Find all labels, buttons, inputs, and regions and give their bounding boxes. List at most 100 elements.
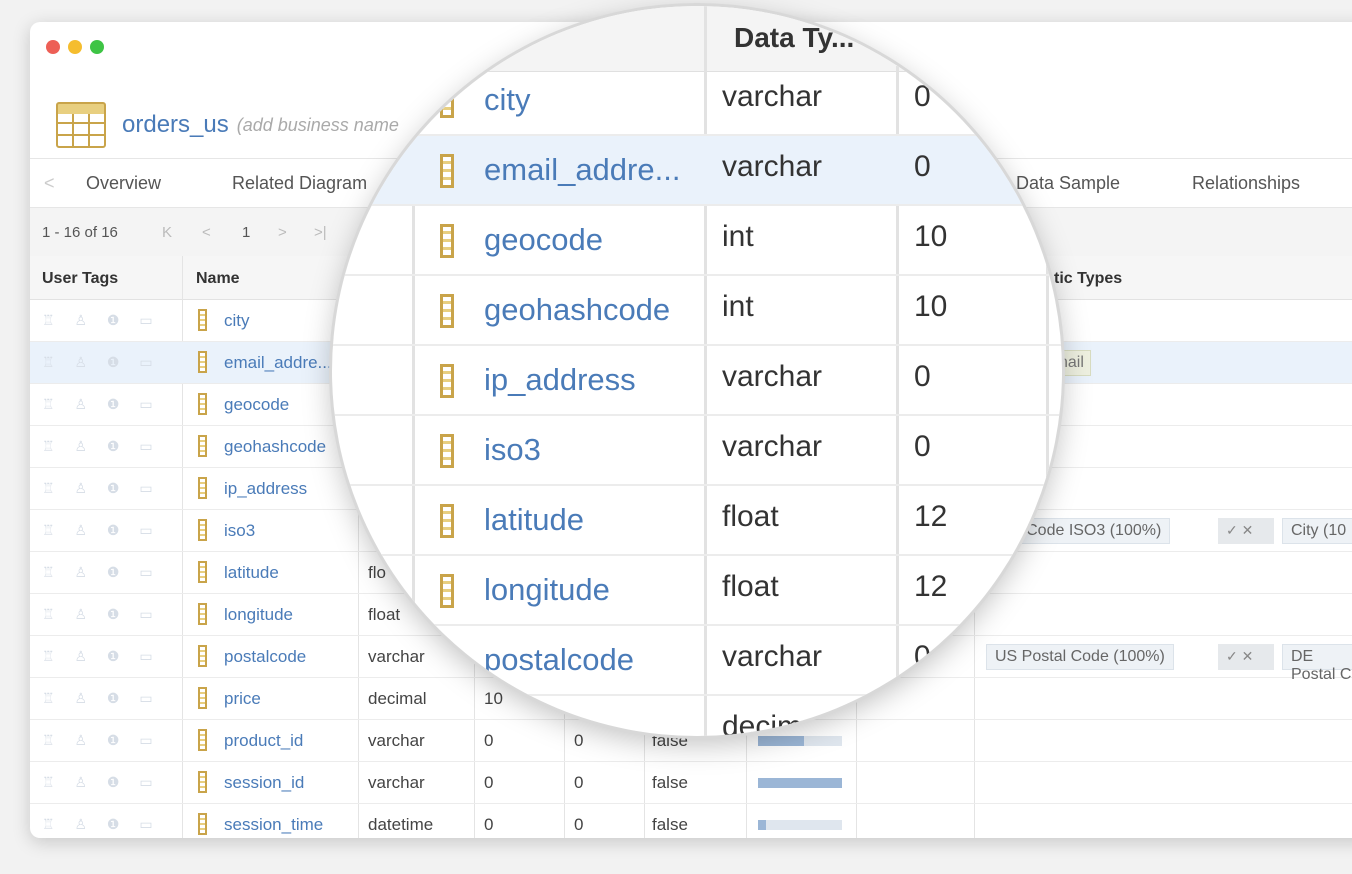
pager-range: 1 - 16 of 16: [42, 224, 118, 241]
column-icon: [198, 771, 207, 793]
column-name[interactable]: session_time: [224, 815, 323, 835]
column-type: datetime: [368, 815, 434, 834]
lens-column-length: 0: [914, 150, 931, 183]
column-type: varchar: [368, 773, 425, 792]
column-icon: [440, 224, 454, 258]
user-tag-icons[interactable]: ♖ ♙ ❶ ▭: [42, 564, 161, 581]
column-name[interactable]: geohashcode: [224, 437, 326, 457]
column-name[interactable]: latitude: [224, 563, 279, 583]
lens-column-name[interactable]: geocode: [484, 222, 603, 258]
minimize-window-button[interactable]: [68, 40, 82, 54]
chip-actions[interactable]: ✓ ✕: [1218, 644, 1274, 670]
lens-column-name[interactable]: iso3: [484, 432, 541, 468]
tab-relationships[interactable]: Relationships: [1192, 173, 1300, 194]
column-name[interactable]: iso3: [224, 521, 255, 541]
user-tag-icons[interactable]: ♖ ♙ ❶ ▭: [42, 606, 161, 623]
column-name[interactable]: product_id: [224, 731, 303, 751]
lens-row[interactable]: iso3 varchar 0: [332, 416, 1062, 486]
lens-column-name[interactable]: postalcode: [484, 642, 634, 678]
column-name[interactable]: longitude: [224, 605, 293, 625]
column-name[interactable]: email_addre...: [224, 353, 332, 373]
lens-col-data-type[interactable]: Data Ty...: [734, 22, 854, 54]
table-row[interactable]: ♖ ♙ ❶ ▭ session_time datetime 0 0 false: [30, 804, 1352, 838]
user-tag-icons[interactable]: ♖ ♙ ❶ ▭: [42, 438, 161, 455]
close-window-button[interactable]: [46, 40, 60, 54]
table-title[interactable]: orders_us: [122, 111, 229, 139]
col-name[interactable]: Name: [196, 270, 240, 288]
lens-row[interactable]: longitude float 12: [332, 556, 1062, 626]
data-profile-bar: [758, 736, 842, 746]
data-profile-fill: [758, 778, 842, 788]
semantic-type-chip[interactable]: DE Postal C: [1282, 644, 1352, 683]
lens-column-type: float: [722, 570, 779, 603]
lens-column-type: decimal: [722, 710, 826, 736]
column-name[interactable]: postalcode: [224, 647, 306, 667]
lens-column-type: varchar: [722, 640, 823, 673]
column-name[interactable]: city: [224, 311, 250, 331]
lens-row[interactable]: city varchar 0: [332, 66, 1062, 136]
column-icon: [198, 729, 207, 751]
column-icon: [440, 434, 454, 468]
next-page-icon[interactable]: >: [278, 224, 287, 241]
user-tag-icons[interactable]: ♖ ♙ ❶ ▭: [42, 648, 161, 665]
column-icon: [440, 294, 454, 328]
column-icon: [198, 603, 207, 625]
user-tag-icons[interactable]: ♖ ♙ ❶ ▭: [42, 816, 161, 833]
prev-page-icon[interactable]: <: [202, 224, 211, 241]
column-icon: [198, 309, 207, 331]
lens-column-length: 10: [914, 220, 948, 253]
lens-column-length: 12: [914, 570, 948, 603]
lens-row[interactable]: geocode int 10: [332, 206, 1062, 276]
lens-column-length: 0: [914, 360, 931, 393]
lens-row[interactable]: latitude float 12: [332, 486, 1062, 556]
lens-column-name[interactable]: longitude: [484, 572, 610, 608]
lens-column-length: 0: [914, 80, 931, 113]
lens-column-type: int: [722, 220, 754, 253]
col-user-tags[interactable]: User Tags: [42, 270, 118, 288]
user-tag-icons[interactable]: ♖ ♙ ❶ ▭: [42, 354, 161, 371]
lens-column-name[interactable]: geohashcode: [484, 292, 670, 328]
column-icon: [198, 435, 207, 457]
lens-column-name[interactable]: email_addre...: [484, 152, 680, 188]
column-name[interactable]: price: [224, 689, 261, 709]
column-name[interactable]: geocode: [224, 395, 289, 415]
column-length: 0: [484, 815, 494, 834]
lens-column-name[interactable]: ip_address: [484, 362, 636, 398]
lens-row[interactable]: geohashcode int 10: [332, 276, 1062, 346]
lens-row[interactable]: decimal: [332, 696, 1062, 736]
lens-column-type: varchar: [722, 80, 823, 113]
column-nullable: false: [652, 815, 688, 834]
user-tag-icons[interactable]: ♖ ♙ ❶ ▭: [42, 690, 161, 707]
table-row[interactable]: ♖ ♙ ❶ ▭ session_id varchar 0 0 false: [30, 762, 1352, 804]
col-semantic-types[interactable]: tic Types: [1054, 270, 1122, 288]
column-icon: [440, 154, 454, 188]
lens-column-type: float: [722, 500, 779, 533]
lens-row[interactable]: ip_address varchar 0: [332, 346, 1062, 416]
zoom-window-button[interactable]: [90, 40, 104, 54]
first-page-icon[interactable]: K: [162, 224, 172, 241]
user-tag-icons[interactable]: ♖ ♙ ❶ ▭: [42, 522, 161, 539]
chip-actions[interactable]: ✓ ✕: [1218, 518, 1274, 544]
data-profile-fill: [758, 820, 767, 830]
column-length: 0: [484, 773, 494, 792]
column-icon: [198, 519, 207, 541]
column-icon: [198, 813, 207, 835]
lens-row[interactable]: postalcode varchar 0: [332, 626, 1062, 696]
last-page-icon[interactable]: >|: [314, 224, 327, 241]
semantic-type-chip[interactable]: City (10: [1282, 518, 1352, 544]
current-page[interactable]: 1: [242, 224, 250, 241]
user-tag-icons[interactable]: ♖ ♙ ❶ ▭: [42, 774, 161, 791]
column-name[interactable]: ip_address: [224, 479, 307, 499]
column-name[interactable]: session_id: [224, 773, 304, 793]
lens-column-type: varchar: [722, 430, 823, 463]
user-tag-icons[interactable]: ♖ ♙ ❶ ▭: [42, 396, 161, 413]
user-tag-icons[interactable]: ♖ ♙ ❶ ▭: [42, 732, 161, 749]
lens-row[interactable]: email_addre... varchar 0: [332, 136, 1062, 206]
user-tag-icons[interactable]: ♖ ♙ ❶ ▭: [42, 312, 161, 329]
user-tag-icons[interactable]: ♖ ♙ ❶ ▭: [42, 480, 161, 497]
chevron-left-icon[interactable]: <: [44, 173, 55, 194]
tab-overview[interactable]: Overview: [86, 173, 161, 194]
lens-column-name[interactable]: city: [484, 82, 531, 118]
column-icon: [198, 561, 207, 583]
lens-column-name[interactable]: latitude: [484, 502, 584, 538]
